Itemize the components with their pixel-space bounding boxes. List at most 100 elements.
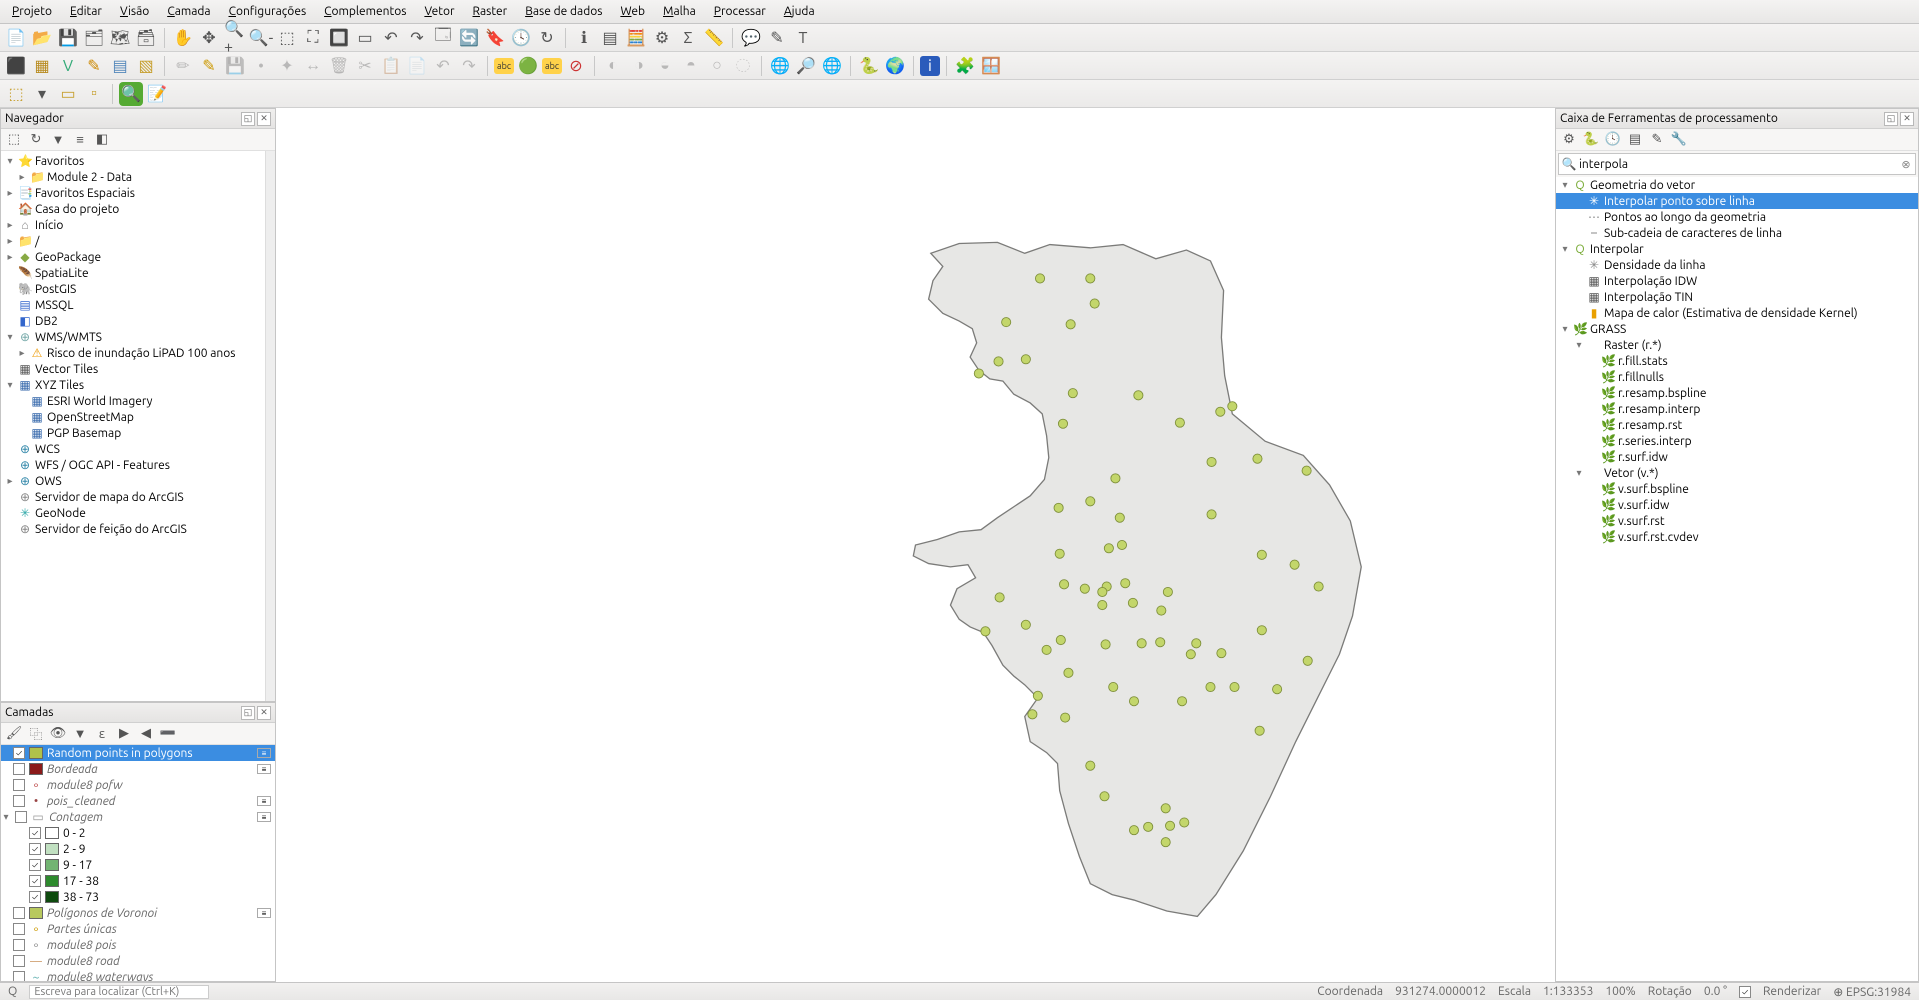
refresh2-button[interactable]: ↻ — [535, 26, 559, 50]
processing-item[interactable]: ▾Vetor (v.*) — [1556, 465, 1918, 481]
vertex-tool-button[interactable]: ✦ — [275, 54, 299, 78]
delete-selected-button[interactable]: 🗑 — [327, 54, 351, 78]
browser-item[interactable]: ⊕WFS / OGC API - Features — [1, 457, 265, 473]
layer-item[interactable]: ~module8 waterways — [1, 969, 275, 981]
crs-button[interactable]: ⊕ EPSG:31984 — [1833, 985, 1911, 999]
processing-item[interactable]: ⋯Pontos ao longo da geometria — [1556, 209, 1918, 225]
zoom-native-button[interactable]: ⬚ — [275, 26, 299, 50]
layer-mesh-button[interactable]: ▧ — [134, 54, 158, 78]
browser-item[interactable]: ⊕Servidor de feição do ArcGIS — [1, 521, 265, 537]
mag-value[interactable]: 100% — [1605, 985, 1635, 998]
proc-edit-icon[interactable]: ✎ — [1648, 131, 1666, 149]
refresh-browser-icon[interactable]: ↻ — [27, 131, 45, 149]
layer-visibility-checkbox[interactable] — [13, 923, 25, 935]
menu-configurações[interactable]: Configurações — [221, 3, 315, 20]
web-globe-button[interactable]: 🌐 — [820, 54, 844, 78]
info-button[interactable]: i — [920, 56, 940, 76]
close-proc-button[interactable]: ✕ — [1900, 112, 1914, 126]
filter-browser-icon[interactable]: ▼ — [49, 131, 67, 149]
remove-layer-icon[interactable]: ➖ — [159, 725, 177, 743]
refresh-button[interactable]: 🔄 — [457, 26, 481, 50]
layer-item[interactable]: •pois_cleaned≡ — [1, 793, 275, 809]
menu-ajuda[interactable]: Ajuda — [776, 3, 823, 20]
layout-manager-button[interactable]: 🗃 — [134, 26, 158, 50]
stats-button[interactable]: Σ — [676, 26, 700, 50]
edit-current-button[interactable]: ✎ — [197, 54, 221, 78]
menu-editar[interactable]: Editar — [62, 3, 110, 20]
browser-item[interactable]: ▸📁Module 2 - Data — [1, 169, 265, 185]
layers-tree[interactable]: Random points in polygons≡Bordeada≡∘modu… — [1, 745, 275, 981]
processing-item[interactable]: ⎯Sub-cadeia de caracteres de linha — [1556, 225, 1918, 241]
new-map-view-button[interactable]: 🗔 — [431, 26, 455, 50]
save-as-button[interactable]: 🗂 — [82, 26, 106, 50]
add-layer-icon[interactable]: ⬚ — [5, 131, 23, 149]
layer-item[interactable]: Bordeada≡ — [1, 761, 275, 777]
pan-selection-button[interactable]: ✥ — [197, 26, 221, 50]
browser-item[interactable]: ▦Vector Tiles — [1, 361, 265, 377]
menu-malha[interactable]: Malha — [655, 3, 704, 20]
layer-add-raster-button[interactable]: ▦ — [30, 54, 54, 78]
new-layout-button[interactable]: 🗺 — [108, 26, 132, 50]
processing-item[interactable]: 🌿r.fillnulls — [1556, 369, 1918, 385]
layer-item[interactable]: 0 - 2 — [1, 825, 275, 841]
form-view-button[interactable]: 📝 — [145, 82, 169, 106]
proc-model-icon[interactable]: ⚙ — [1560, 131, 1578, 149]
browser-item[interactable]: ✳GeoNode — [1, 505, 265, 521]
label-diagram-button[interactable]: 🟢 — [516, 54, 540, 78]
select-expr-button[interactable]: ▾ — [30, 82, 54, 106]
processing-item[interactable]: ▮Mapa de calor (Estimativa de densidade … — [1556, 305, 1918, 321]
browser-item[interactable]: 🐘PostGIS — [1, 281, 265, 297]
processing-item[interactable]: 🌿r.resamp.bspline — [1556, 385, 1918, 401]
zoom-out-button[interactable]: 🔍- — [249, 26, 273, 50]
redo-button[interactable]: ↷ — [457, 54, 481, 78]
label-button[interactable]: abc — [494, 58, 514, 74]
layer-visibility-checkbox[interactable] — [13, 747, 25, 759]
browser-item[interactable]: ▸⌂Início — [1, 217, 265, 233]
select-all-button[interactable]: ▭ — [56, 82, 80, 106]
processing-item[interactable]: 🌿v.surf.idw — [1556, 497, 1918, 513]
processing-item[interactable]: 🌿v.surf.rst — [1556, 513, 1918, 529]
zoom-in-button[interactable]: 🔍+ — [223, 26, 247, 50]
browser-item[interactable]: ▾⊕WMS/WMTS — [1, 329, 265, 345]
web-search-button[interactable]: 🔎 — [794, 54, 818, 78]
layer-visibility-checkbox[interactable] — [29, 891, 41, 903]
layer-style-button[interactable]: ▤ — [108, 54, 132, 78]
layer-visibility-checkbox[interactable] — [29, 843, 41, 855]
text-annotation-button[interactable]: T — [791, 26, 815, 50]
proc-results-icon[interactable]: ▤ — [1626, 131, 1644, 149]
plugin-button-1[interactable]: 🧩 — [953, 54, 977, 78]
proc-options-icon[interactable]: 🔧 — [1670, 131, 1688, 149]
browser-item[interactable]: ▦PGP Basemap — [1, 425, 265, 441]
layer-item[interactable]: ∘module8 pois — [1, 937, 275, 953]
web-osm-button[interactable]: 🌐 — [768, 54, 792, 78]
processing-item[interactable]: 🌿r.resamp.rst — [1556, 417, 1918, 433]
save-edits-button[interactable]: 💾 — [223, 54, 247, 78]
layer-visibility-checkbox[interactable] — [29, 875, 41, 887]
rot-value[interactable]: 0.0 ° — [1704, 985, 1727, 998]
layer-add-vector-button[interactable]: ⬛ — [4, 54, 28, 78]
properties-widget-icon[interactable]: ◧ — [93, 131, 111, 149]
layer-visibility-checkbox[interactable] — [15, 811, 27, 823]
layer-visibility-checkbox[interactable] — [13, 779, 25, 791]
processing-item[interactable]: ▾🌿GRASS — [1556, 321, 1918, 337]
layer-visibility-checkbox[interactable] — [13, 939, 25, 951]
copy-button[interactable]: 📋 — [379, 54, 403, 78]
menu-projeto[interactable]: Projeto — [4, 3, 60, 20]
layer-visibility-checkbox[interactable] — [13, 795, 25, 807]
label-pin-button[interactable]: abc — [542, 58, 562, 74]
scale-value[interactable]: 1:133353 — [1543, 985, 1593, 998]
browser-item[interactable]: ▦OpenStreetMap — [1, 409, 265, 425]
menu-raster[interactable]: Raster — [465, 3, 516, 20]
processing-tree[interactable]: ▾QGeometria do vetor✳Interpolar ponto so… — [1556, 177, 1918, 981]
add-feature-button[interactable]: • — [249, 54, 273, 78]
globe-button[interactable]: 🌍 — [883, 54, 907, 78]
layer-new-button[interactable]: V — [56, 54, 80, 78]
processing-item[interactable]: ✳Densidade da linha — [1556, 257, 1918, 273]
processing-item[interactable]: 🌿v.surf.rst.cvdev — [1556, 529, 1918, 545]
zoom-next-button[interactable]: ↷ — [405, 26, 429, 50]
new-project-button[interactable]: 📄 — [4, 26, 28, 50]
open-project-button[interactable]: 📂 — [30, 26, 54, 50]
menu-web[interactable]: Web — [612, 3, 653, 20]
processing-item[interactable]: 🌿r.fill.stats — [1556, 353, 1918, 369]
toggle-edit-button[interactable]: ✏ — [171, 54, 195, 78]
